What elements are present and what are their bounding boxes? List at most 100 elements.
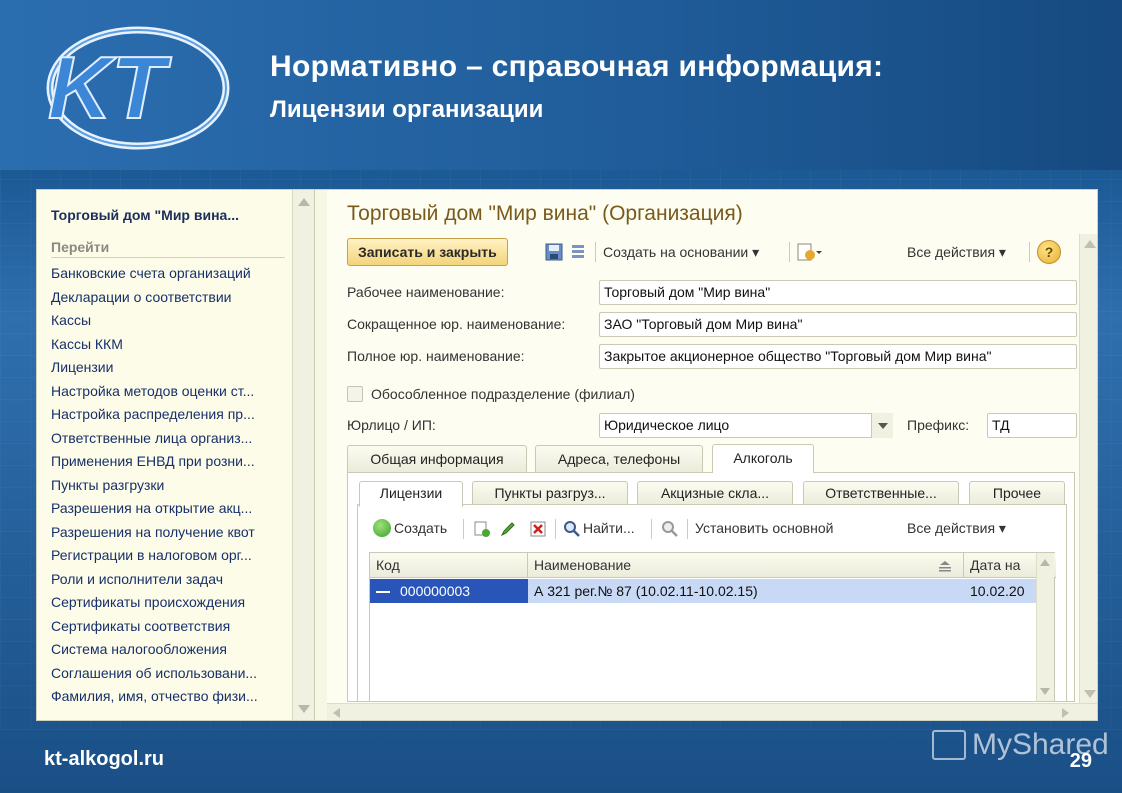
cell-code[interactable]: 000000003: [370, 579, 528, 603]
nav-item-conformity-certs[interactable]: Сертификаты соответствия: [51, 615, 258, 639]
nav-item-envd[interactable]: Применения ЕНВД при розни...: [51, 450, 258, 474]
prefix-field[interactable]: ТД: [987, 413, 1077, 438]
tab-alcohol[interactable]: Алкоголь: [712, 444, 814, 473]
search-icon[interactable]: [563, 520, 581, 538]
scroll-right-icon[interactable]: [1062, 708, 1069, 718]
entity-select-value: Юридическое лицо: [604, 417, 730, 433]
nav-item-quota-permits[interactable]: Разрешения на получение квот: [51, 521, 258, 545]
nav-item-tax-registrations[interactable]: Регистрации в налоговом орг...: [51, 544, 258, 568]
nav-scrollbar[interactable]: [293, 190, 315, 720]
branch-row: Обособленное подразделение (филиал): [347, 382, 1077, 408]
work-name-row: Рабочее наименование: Торговый дом "Мир …: [347, 280, 1077, 306]
short-name-field[interactable]: ЗАО "Торговый дом Мир вина": [599, 312, 1077, 337]
copy-icon[interactable]: [473, 520, 491, 538]
presentation-icon: [932, 730, 966, 760]
delete-icon[interactable]: [529, 520, 547, 538]
tab-general-info[interactable]: Общая информация: [347, 445, 527, 472]
toolbar-separator: [463, 519, 464, 539]
short-name-label: Сокращенное юр. наименование:: [347, 316, 566, 332]
nav-item-roles[interactable]: Роли и исполнители задач: [51, 568, 258, 592]
save-close-button[interactable]: Записать и закрыть: [347, 238, 508, 266]
nav-item-valuation-methods[interactable]: Настройка методов оценки ст...: [51, 380, 258, 404]
nav-item-person-names[interactable]: Фамилия, имя, отчество физи...: [51, 685, 258, 709]
work-name-field[interactable]: Торговый дом "Мир вина": [599, 280, 1077, 305]
set-main-button[interactable]: Установить основной: [695, 520, 833, 536]
tab-addresses[interactable]: Адреса, телефоны: [535, 445, 703, 472]
create-icon[interactable]: [373, 519, 391, 537]
work-name-label: Рабочее наименование:: [347, 284, 505, 300]
full-name-field[interactable]: Закрытое акционерное общество "Торговый …: [599, 344, 1077, 369]
table-scrollbar[interactable]: [1036, 553, 1054, 701]
toolbar-separator: [651, 519, 652, 539]
nav-item-kkm[interactable]: Кассы ККМ: [51, 333, 258, 357]
column-header-name[interactable]: Наименование: [528, 553, 964, 578]
column-header-date[interactable]: Дата на: [964, 553, 1038, 578]
create-based-on-menu[interactable]: Создать на основании ▾: [603, 244, 759, 261]
print-dropdown-icon[interactable]: [797, 243, 823, 261]
tab-excise-warehouses[interactable]: Акцизные скла...: [637, 481, 793, 505]
tab-unloading-points[interactable]: Пункты разгруз...: [472, 481, 628, 505]
create-button[interactable]: Создать: [394, 520, 447, 536]
all-actions-label: Все действия: [907, 244, 996, 260]
nav-item-responsible-persons[interactable]: Ответственные лица организ...: [51, 427, 258, 451]
tab-responsible[interactable]: Ответственные...: [803, 481, 959, 505]
scroll-down-icon[interactable]: [1084, 690, 1096, 698]
nav-item-licenses[interactable]: Лицензии: [51, 356, 258, 380]
prefix-label: Префикс:: [907, 417, 970, 433]
list-icon[interactable]: [569, 243, 587, 261]
licenses-table: Код Наименование Дата на 000000003 А 321…: [369, 552, 1056, 702]
entity-row: Юрлицо / ИП: Юридическое лицо Префикс: Т…: [347, 413, 1077, 439]
all-actions-menu[interactable]: Все действия ▾: [907, 244, 1006, 261]
scroll-down-icon[interactable]: [1040, 688, 1050, 695]
nav-item-cash[interactable]: Кассы: [51, 309, 258, 333]
tab-licenses[interactable]: Лицензии: [359, 481, 463, 507]
nav-item-unloading-points[interactable]: Пункты разгрузки: [51, 474, 258, 498]
kt-logo: KT: [46, 26, 230, 150]
scroll-left-icon[interactable]: [333, 708, 340, 718]
sort-icon[interactable]: [936, 560, 954, 572]
nav-list: Банковские счета организаций Декларации …: [51, 262, 258, 709]
toolbar-separator: [789, 242, 790, 262]
entity-select[interactable]: Юридическое лицо: [599, 413, 893, 438]
help-icon[interactable]: ?: [1037, 240, 1061, 264]
toolbar-separator: [687, 519, 688, 539]
edit-icon[interactable]: [499, 520, 517, 538]
scroll-up-icon[interactable]: [1040, 559, 1050, 566]
find-button[interactable]: Найти...: [583, 520, 635, 536]
nav-item-tax-system[interactable]: Система налогообложения: [51, 638, 258, 662]
table-row[interactable]: 000000003 А 321 рег.№ 87 (10.02.11-10.02…: [370, 579, 1038, 603]
clear-search-icon[interactable]: [661, 520, 679, 538]
tab-other[interactable]: Прочее: [969, 481, 1065, 505]
nav-item-distribution-settings[interactable]: Настройка распределения пр...: [51, 403, 258, 427]
nav-item-origin-certs[interactable]: Сертификаты происхождения: [51, 591, 258, 615]
form-horizontal-scrollbar[interactable]: [327, 703, 1097, 720]
cell-date[interactable]: 10.02.20: [964, 579, 1038, 603]
nav-header[interactable]: Торговый дом "Мир вина...: [51, 207, 239, 223]
nav-item-excise-permits[interactable]: Разрешения на открытие акц...: [51, 497, 258, 521]
cell-name[interactable]: А 321 рег.№ 87 (10.02.11-10.02.15): [528, 579, 964, 603]
scroll-up-icon[interactable]: [1084, 240, 1096, 248]
chevron-down-icon[interactable]: [871, 413, 893, 438]
short-name-row: Сокращенное юр. наименование: ЗАО "Торго…: [347, 312, 1077, 338]
inner-all-actions-label: Все действия: [907, 520, 996, 536]
column-header-code[interactable]: Код: [370, 553, 528, 578]
scroll-down-icon[interactable]: [298, 705, 310, 713]
nav-item-agreements[interactable]: Соглашения об использовани...: [51, 662, 258, 686]
form-vertical-scrollbar[interactable]: [1079, 234, 1097, 704]
divider: [51, 257, 285, 258]
branch-checkbox[interactable]: [347, 386, 363, 402]
page-number: 29: [1069, 750, 1092, 772]
entity-label: Юрлицо / ИП:: [347, 417, 436, 433]
nav-item-bank-accounts[interactable]: Банковские счета организаций: [51, 262, 258, 286]
inner-all-actions-menu[interactable]: Все действия ▾: [907, 520, 1006, 537]
toolbar-separator: [1029, 242, 1030, 262]
toolbar-separator: [555, 519, 556, 539]
save-icon[interactable]: [545, 243, 563, 261]
panel-splitter[interactable]: [315, 190, 327, 720]
svg-text:KT: KT: [48, 38, 172, 137]
organization-form: Торговый дом "Мир вина" (Организация) За…: [327, 190, 1097, 720]
scroll-up-icon[interactable]: [298, 198, 310, 206]
slide-subtitle: Лицензии организации: [270, 96, 544, 123]
licenses-toolbar: Создать Найти... Установить основной Все…: [369, 517, 1059, 543]
nav-item-declarations[interactable]: Декларации о соответствии: [51, 286, 258, 310]
